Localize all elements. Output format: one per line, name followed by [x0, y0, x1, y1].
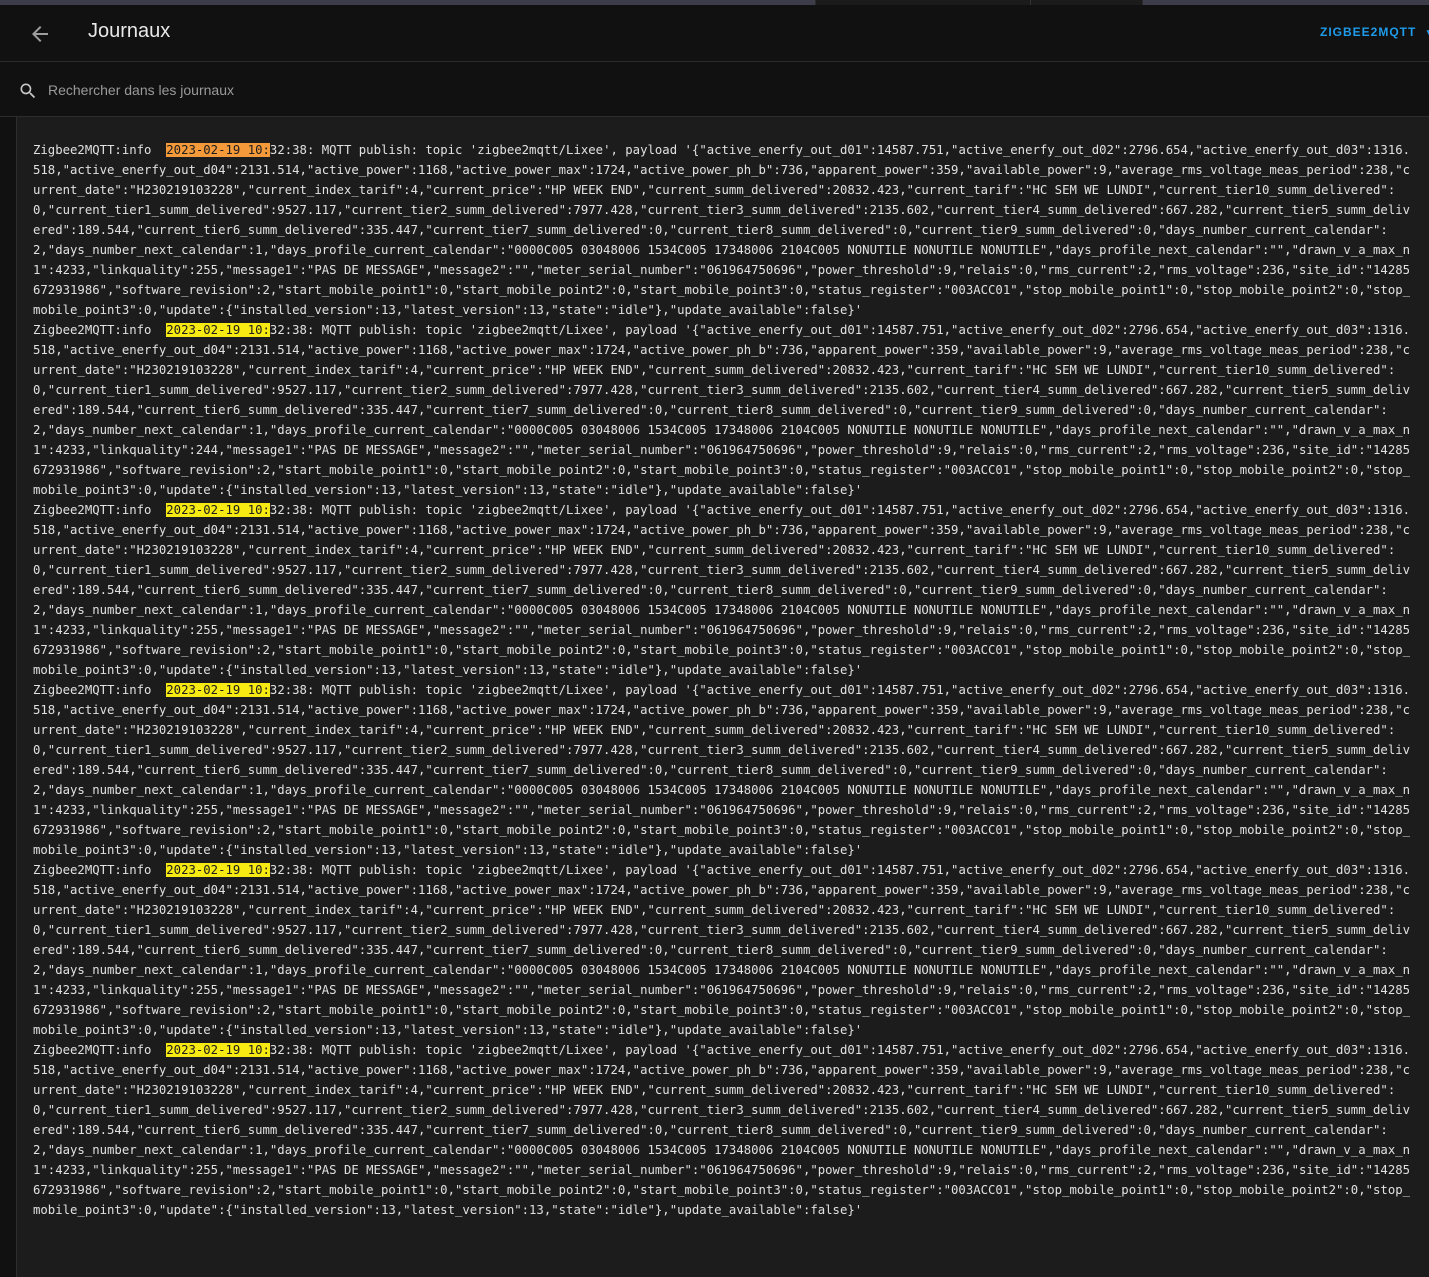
chevron-down-icon: ▼: [1424, 28, 1429, 39]
log-entry: Zigbee2MQTT:info 2023-02-19 10:32:38: MQ…: [33, 680, 1417, 860]
log-entry-payload: '{"active_enerfy_out_d01":14587.751,"act…: [33, 1043, 1411, 1217]
log-entry-message: 32:38: MQTT publish: topic 'zigbee2mqtt/…: [269, 323, 685, 337]
log-entry-message: 32:38: MQTT publish: topic 'zigbee2mqtt/…: [269, 503, 685, 517]
search-match-highlight: 2023-02-19 10:: [166, 503, 270, 517]
log-entry: Zigbee2MQTT:info 2023-02-19 10:32:38: MQ…: [33, 500, 1417, 680]
log-source-select[interactable]: ZIGBEE2MQTT ▼: [1320, 25, 1429, 39]
log-source-label: ZIGBEE2MQTT: [1320, 25, 1417, 39]
log-entry-level: Zigbee2MQTT:info: [33, 143, 167, 157]
log-entry-payload: '{"active_enerfy_out_d01":14587.751,"act…: [33, 683, 1411, 857]
log-entry-level: Zigbee2MQTT:info: [33, 1043, 167, 1057]
log-entry-level: Zigbee2MQTT:info: [33, 323, 167, 337]
log-entry-message: 32:38: MQTT publish: topic 'zigbee2mqtt/…: [269, 143, 685, 157]
log-entry-payload: '{"active_enerfy_out_d01":14587.751,"act…: [33, 503, 1411, 677]
log-entry: Zigbee2MQTT:info 2023-02-19 10:32:38: MQ…: [33, 860, 1417, 1040]
log-entry: Zigbee2MQTT:info 2023-02-19 10:32:38: MQ…: [33, 140, 1417, 320]
log-entry-message: 32:38: MQTT publish: topic 'zigbee2mqtt/…: [269, 863, 685, 877]
log-entry: Zigbee2MQTT:info 2023-02-19 10:32:38: MQ…: [33, 1040, 1417, 1220]
search-match-highlight: 2023-02-19 10:: [166, 1043, 270, 1057]
log-entry-payload: '{"active_enerfy_out_d01":14587.751,"act…: [33, 323, 1411, 497]
search-match-highlight: 2023-02-19 10:: [166, 683, 270, 697]
log-entry-message: 32:38: MQTT publish: topic 'zigbee2mqtt/…: [269, 1043, 685, 1057]
log-entry-level: Zigbee2MQTT:info: [33, 683, 167, 697]
log-entry-payload: '{"active_enerfy_out_d01":14587.751,"act…: [33, 143, 1411, 317]
search-input[interactable]: [46, 76, 650, 104]
arrow-back-icon[interactable]: [28, 22, 52, 46]
log-entry: Zigbee2MQTT:info 2023-02-19 10:32:38: MQ…: [33, 320, 1417, 500]
log-entry-level: Zigbee2MQTT:info: [33, 863, 167, 877]
page-title: Journaux: [88, 20, 171, 42]
search-match-highlight: 2023-02-19 10:: [166, 143, 270, 157]
search-match-highlight: 2023-02-19 10:: [166, 323, 270, 337]
search-bar: [0, 62, 1429, 117]
log-panel[interactable]: Zigbee2MQTT:info 2023-02-19 10:32:38: MQ…: [16, 117, 1429, 1277]
app-header: Journaux ZIGBEE2MQTT ▼: [0, 5, 1429, 62]
log-entry-payload: '{"active_enerfy_out_d01":14587.751,"act…: [33, 863, 1411, 1037]
log-entry-message: 32:38: MQTT publish: topic 'zigbee2mqtt/…: [269, 683, 685, 697]
search-icon: [20, 83, 36, 99]
log-content: Zigbee2MQTT:info 2023-02-19 10:32:38: MQ…: [33, 140, 1417, 1220]
log-entry-level: Zigbee2MQTT:info: [33, 503, 167, 517]
search-match-highlight: 2023-02-19 10:: [166, 863, 270, 877]
